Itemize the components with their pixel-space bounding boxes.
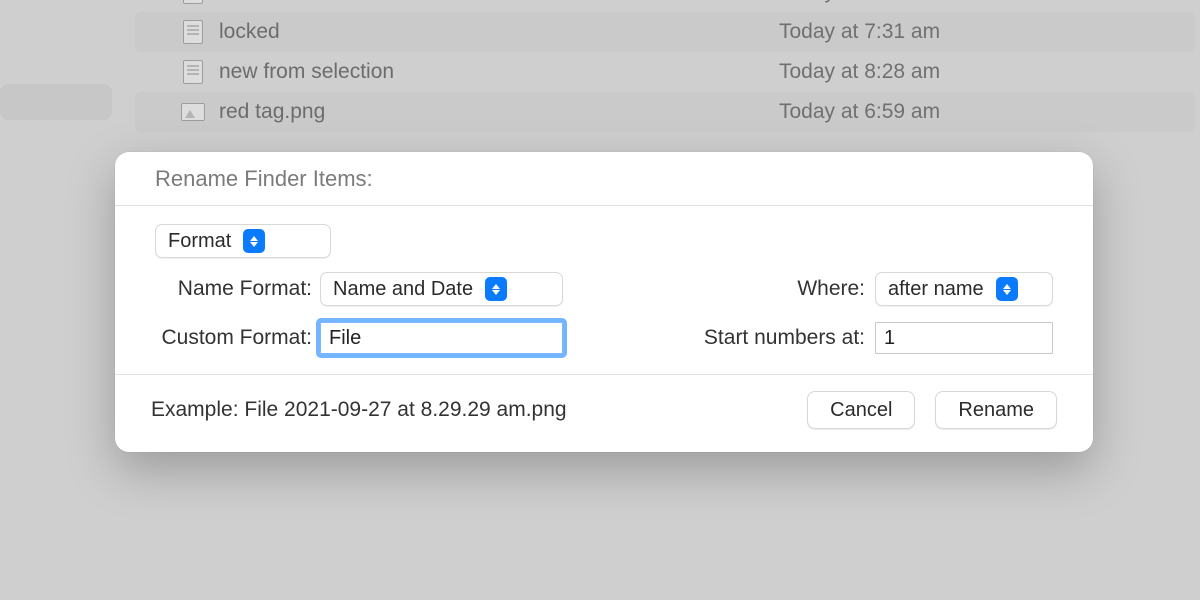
name-format-label: Name Format: xyxy=(155,277,320,301)
updown-icon xyxy=(996,277,1018,301)
cancel-button[interactable]: Cancel xyxy=(807,391,915,429)
updown-icon xyxy=(243,229,265,253)
mode-select[interactable]: Format xyxy=(155,224,331,258)
name-format-select[interactable]: Name and Date xyxy=(320,272,563,306)
where-select[interactable]: after name xyxy=(875,272,1053,306)
where-label: Where: xyxy=(797,277,875,301)
custom-format-label: Custom Format: xyxy=(155,326,320,350)
mode-select-value: Format xyxy=(168,230,243,253)
dialog-footer: Example: File 2021-09-27 at 8.29.29 am.p… xyxy=(115,375,1093,445)
rename-dialog: Rename Finder Items: Format Name Format:… xyxy=(115,152,1093,452)
where-value: after name xyxy=(888,278,996,301)
dialog-title: Rename Finder Items: xyxy=(155,166,373,192)
dialog-header: Rename Finder Items: xyxy=(115,152,1093,206)
rename-button-label: Rename xyxy=(958,399,1034,422)
custom-format-input[interactable] xyxy=(320,322,563,354)
dialog-body: Format Name Format: Name and Date Where:… xyxy=(115,206,1093,375)
updown-icon xyxy=(485,277,507,301)
start-numbers-input[interactable] xyxy=(875,322,1053,354)
name-format-value: Name and Date xyxy=(333,278,485,301)
cancel-button-label: Cancel xyxy=(830,399,892,422)
start-numbers-label: Start numbers at: xyxy=(704,326,875,350)
example-text: Example: File 2021-09-27 at 8.29.29 am.p… xyxy=(151,398,567,422)
rename-button[interactable]: Rename xyxy=(935,391,1057,429)
